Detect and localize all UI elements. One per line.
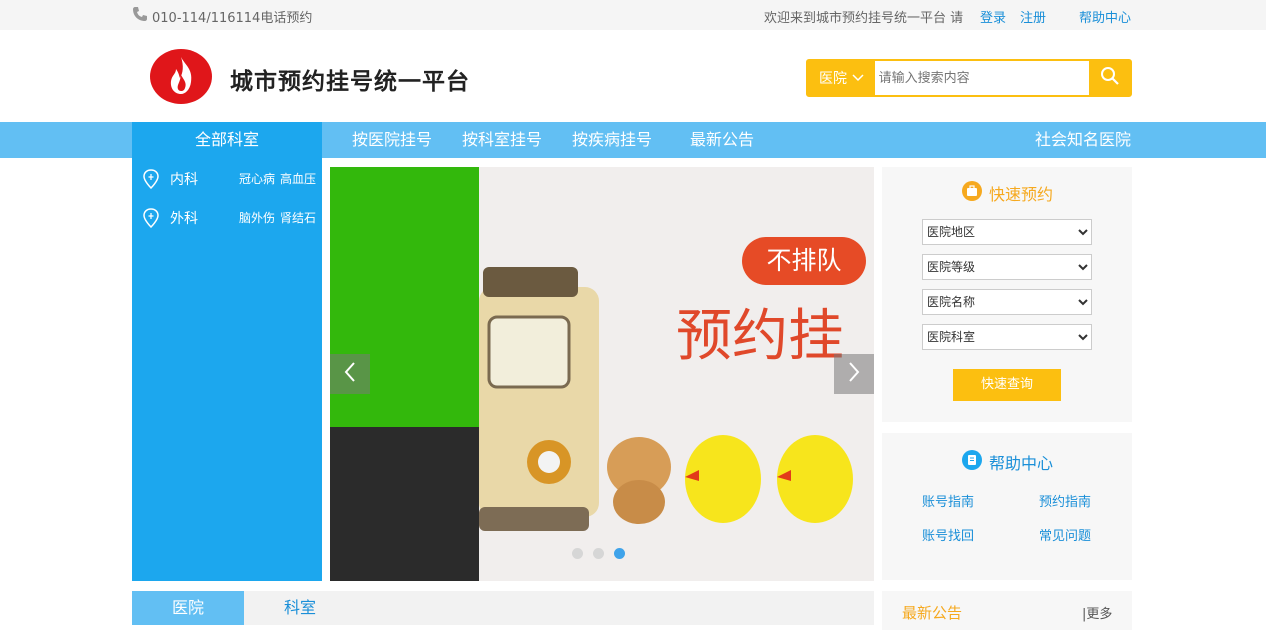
chevron-right-icon xyxy=(848,361,860,387)
department-item[interactable]: 外科 脑外伤 肾结石 xyxy=(132,202,322,232)
welcome-text: 欢迎来到城市预约挂号统一平台 请 xyxy=(764,11,964,26)
latest-news-panel: 最新公告 |更多 xyxy=(882,591,1132,630)
phone-icon xyxy=(132,6,148,26)
hospital-department-tabs: 医院 科室 xyxy=(132,591,874,625)
register-link[interactable]: 注册 xyxy=(1020,7,1046,26)
chevron-left-icon xyxy=(344,361,356,387)
department-tag[interactable]: 肾结石 xyxy=(280,209,316,226)
search-category-select[interactable]: 医院 xyxy=(808,61,875,95)
quick-booking-label: 快速预约 xyxy=(989,185,1054,204)
banner-phone-image xyxy=(330,427,479,581)
login-link[interactable]: 登录 xyxy=(980,7,1006,26)
logo-icon[interactable] xyxy=(150,49,212,104)
latest-news-title: 最新公告 xyxy=(902,604,963,622)
nav-famous-hospitals[interactable]: 社会知名医院 xyxy=(1035,122,1131,158)
site-title: 城市预约挂号统一平台 xyxy=(230,69,470,95)
book-icon xyxy=(962,450,982,474)
main-nav: 全部科室 按医院挂号 按科室挂号 按疾病挂号 最新公告 社会知名医院 xyxy=(0,122,1266,158)
department-name: 内科 xyxy=(170,172,198,188)
banner-bubble-text: 不排队 xyxy=(742,237,866,285)
banner-carousel[interactable]: 不排队 预约挂 xyxy=(330,167,874,581)
briefcase-icon xyxy=(962,181,982,205)
carousel-prev-button[interactable] xyxy=(330,354,370,394)
carousel-next-button[interactable] xyxy=(834,354,874,394)
hospital-name-select[interactable]: 医院名称 xyxy=(922,289,1092,315)
top-bar: 010-114/116114电话预约 欢迎来到城市预约挂号统一平台 请 登录 注… xyxy=(0,0,1266,30)
help-link-booking-guide[interactable]: 预约指南 xyxy=(1039,491,1091,510)
help-center-link[interactable]: 帮助中心 xyxy=(1079,7,1131,26)
banner-headline: 预约挂 xyxy=(676,304,844,369)
search-input[interactable] xyxy=(874,61,1090,95)
carousel-dot[interactable] xyxy=(572,548,583,559)
carousel-dot[interactable] xyxy=(593,548,604,559)
help-center-panel: 帮助中心 账号指南 预约指南 账号找回 常见问题 xyxy=(882,433,1132,580)
help-center-label: 帮助中心 xyxy=(989,454,1054,473)
phone-number: 010-114/116114电话预约 xyxy=(152,10,313,26)
search-button[interactable] xyxy=(1089,60,1130,96)
search-box: 医院 xyxy=(806,59,1132,97)
location-pin-icon xyxy=(142,169,160,193)
department-tag[interactable]: 脑外伤 xyxy=(239,209,275,226)
carousel-dot-active[interactable] xyxy=(614,548,625,559)
department-tag[interactable]: 高血压 xyxy=(280,170,316,187)
nav-by-hospital[interactable]: 按医院挂号 xyxy=(352,122,432,158)
help-center-title: 帮助中心 xyxy=(962,450,1053,474)
department-tag[interactable]: 冠心病 xyxy=(239,170,275,187)
quick-search-button[interactable]: 快速查询 xyxy=(953,369,1061,401)
department-sidebar: 内科 冠心病 高血压 外科 脑外伤 肾结石 xyxy=(132,158,322,581)
nav-by-disease[interactable]: 按疾病挂号 xyxy=(572,122,652,158)
help-link-account-guide[interactable]: 账号指南 xyxy=(922,491,974,510)
nav-latest-news[interactable]: 最新公告 xyxy=(690,122,754,158)
search-icon xyxy=(1100,66,1120,90)
search-category-label: 医院 xyxy=(819,71,847,87)
nav-by-department[interactable]: 按科室挂号 xyxy=(462,122,542,158)
hospital-department-select[interactable]: 医院科室 xyxy=(922,324,1092,350)
hospital-level-select[interactable]: 医院等级 xyxy=(922,254,1092,280)
phone-info: 010-114/116114电话预约 xyxy=(132,6,312,26)
department-name: 外科 xyxy=(170,211,198,227)
tab-department[interactable]: 科室 xyxy=(244,591,356,625)
header: 城市预约挂号统一平台 医院 xyxy=(0,30,1266,122)
chevron-down-icon xyxy=(852,70,864,86)
help-link-faq[interactable]: 常见问题 xyxy=(1039,525,1091,544)
quick-booking-panel: 快速预约 医院地区 医院等级 医院名称 医院科室 快速查询 xyxy=(882,167,1132,422)
location-pin-icon xyxy=(142,208,160,232)
tab-hospital[interactable]: 医院 xyxy=(132,591,244,625)
carousel-indicators xyxy=(572,548,625,559)
nav-all-departments[interactable]: 全部科室 xyxy=(132,122,322,158)
help-link-account-recovery[interactable]: 账号找回 xyxy=(922,525,974,544)
department-item[interactable]: 内科 冠心病 高血压 xyxy=(132,163,322,193)
quick-booking-title: 快速预约 xyxy=(962,181,1053,205)
more-link[interactable]: |更多 xyxy=(1082,603,1112,622)
hospital-region-select[interactable]: 医院地区 xyxy=(922,219,1092,245)
